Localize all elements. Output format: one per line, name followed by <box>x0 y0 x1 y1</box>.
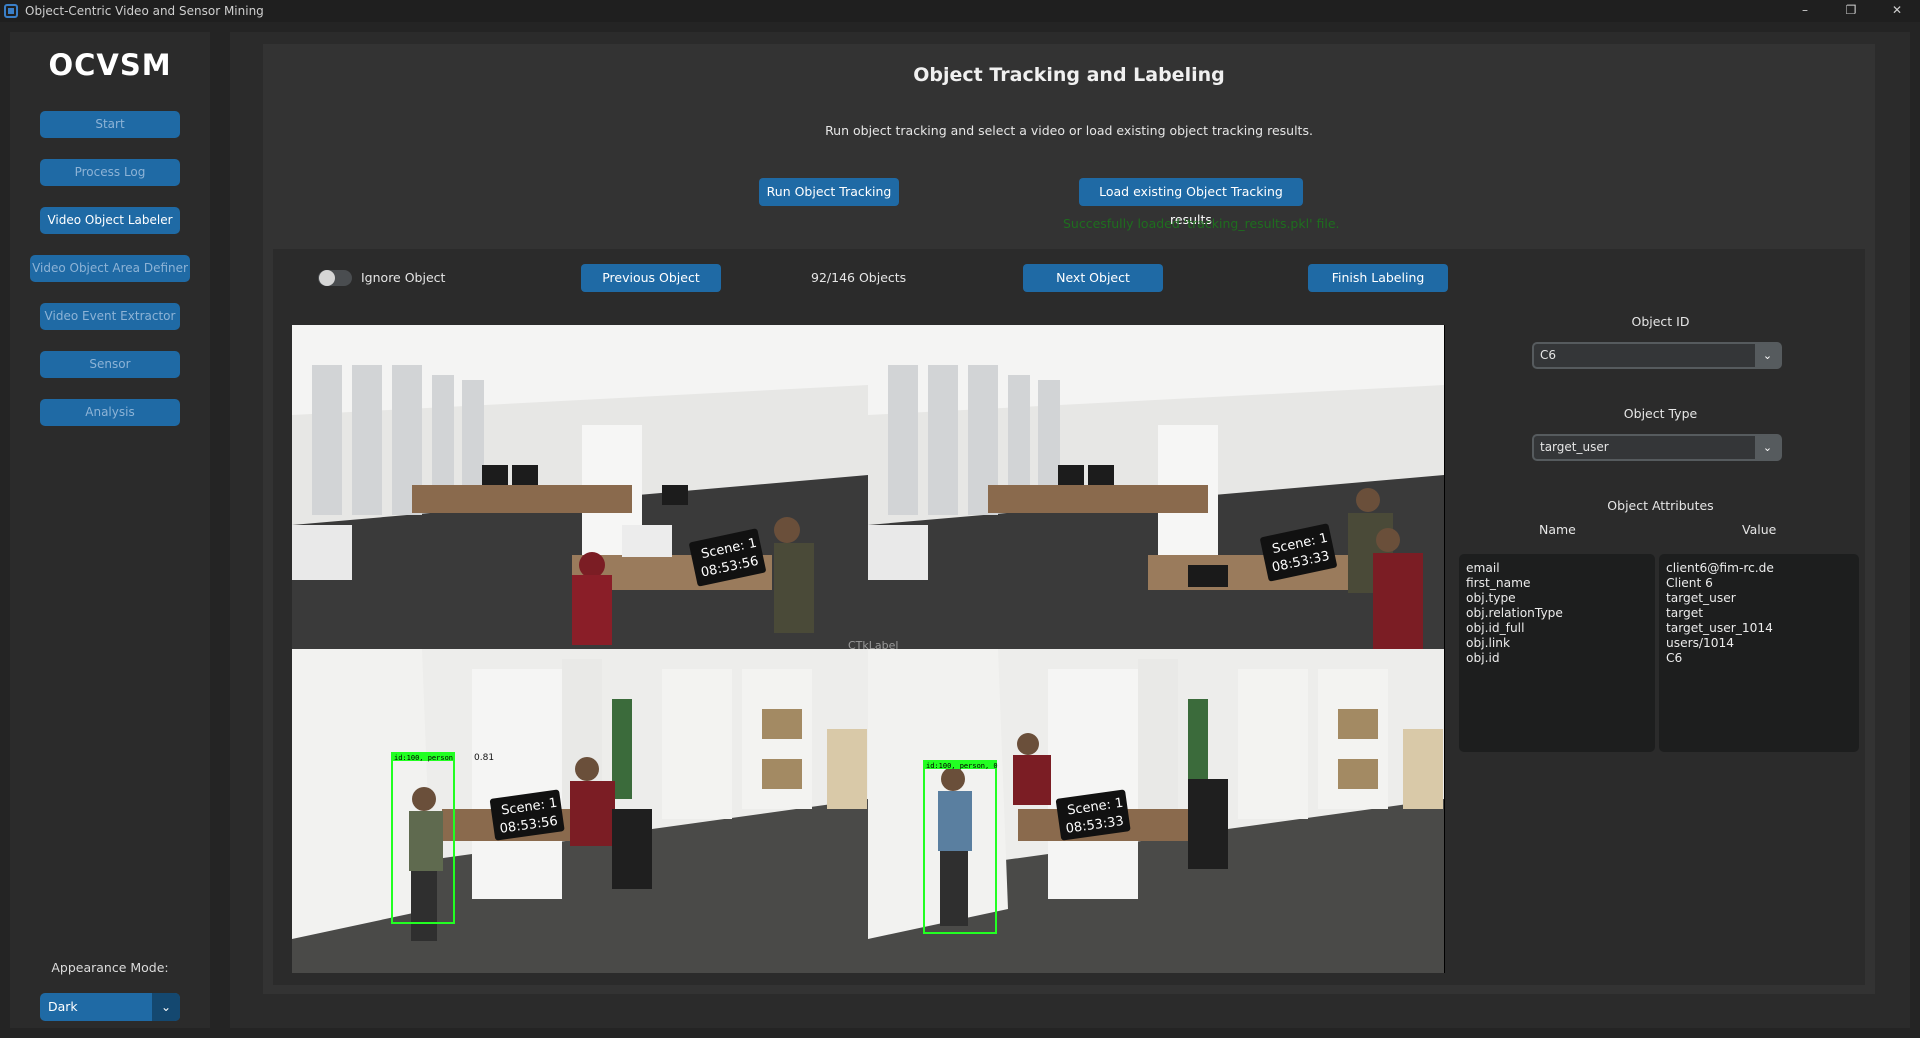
object-type-select[interactable]: target_user ⌄ <box>1532 434 1782 461</box>
sidebar-item-process-log[interactable]: Process Log <box>40 159 180 186</box>
sidebar-item-sensor[interactable]: Sensor <box>40 351 180 378</box>
attr-value: target_user <box>1666 591 1736 605</box>
chevron-down-icon[interactable]: ⌄ <box>152 993 180 1021</box>
labeler-panel: Ignore Object Previous Object 92/146 Obj… <box>273 249 1865 985</box>
main-area: Object Tracking and Labeling Run object … <box>230 32 1910 1028</box>
object-type-label: Object Type <box>1623 406 1698 421</box>
object-id-select[interactable]: C6 ⌄ <box>1532 342 1782 369</box>
ignore-object-label: Ignore Object <box>361 270 446 285</box>
attr-name: obj.id <box>1466 651 1500 665</box>
object-type-value: target_user <box>1540 440 1609 454</box>
finish-labeling-button[interactable]: Finish Labeling <box>1308 264 1448 292</box>
attr-value-header: Value <box>1742 522 1777 537</box>
attr-value: Client 6 <box>1666 576 1713 590</box>
video-frames: Scene: 1 08:53:56 Scene: 1 08:53:33 id:1… <box>292 325 1445 973</box>
app-icon <box>4 4 18 18</box>
attr-values-list[interactable]: client6@fim-rc.de Client 6 target_user t… <box>1659 554 1859 752</box>
status-message: Succesfully loaded 'tracking_results.pkl… <box>1063 216 1340 231</box>
appearance-mode-select[interactable]: Dark ⌄ <box>40 993 180 1021</box>
appearance-mode-label: Appearance Mode: <box>51 960 169 975</box>
sidebar-item-video-object-area-definer[interactable]: Video Object Area Definer <box>30 255 190 282</box>
object-counter: 92/146 Objects <box>811 270 907 285</box>
chevron-down-icon[interactable]: ⌄ <box>1755 344 1780 367</box>
video-frame-3: id:100, person 0.81 Scene: 1 08:53:56 <box>292 649 868 973</box>
object-details-panel: Object ID C6 ⌄ Object Type target_user ⌄… <box>1456 249 1865 985</box>
run-object-tracking-button[interactable]: Run Object Tracking <box>759 178 899 206</box>
attr-value: target_user_1014 <box>1666 621 1773 635</box>
object-id-value: C6 <box>1540 348 1557 362</box>
attr-name: email <box>1466 561 1500 575</box>
window-title: Object-Centric Video and Sensor Mining <box>25 4 264 18</box>
video-frame-1: Scene: 1 08:53:56 <box>292 325 868 649</box>
video-frame-4: id:100, person, 0 Scene: 1 08:53:33 <box>868 649 1444 973</box>
attr-name: obj.id_full <box>1466 621 1525 635</box>
sidebar-item-video-event-extractor[interactable]: Video Event Extractor <box>40 303 180 330</box>
sidebar-item-start[interactable]: Start <box>40 111 180 138</box>
restore-icon[interactable]: ❐ <box>1828 0 1874 22</box>
page-subtitle: Run object tracking and select a video o… <box>825 123 1313 138</box>
sidebar-item-analysis[interactable]: Analysis <box>40 399 180 426</box>
content-panel: Object Tracking and Labeling Run object … <box>263 44 1875 994</box>
attr-name-header: Name <box>1539 522 1576 537</box>
app-logo: OCVSM <box>48 48 172 82</box>
attr-value: users/1014 <box>1666 636 1735 650</box>
attr-name: obj.link <box>1466 636 1511 650</box>
detection-label: id:100, person, 0 <box>926 762 998 770</box>
ctk-label: CTkLabel <box>848 639 899 652</box>
video-frame-2: Scene: 1 08:53:33 <box>868 325 1444 649</box>
attr-value: C6 <box>1666 651 1683 665</box>
sidebar-item-video-object-labeler[interactable]: Video Object Labeler <box>40 207 180 234</box>
title-bar: Object-Centric Video and Sensor Mining –… <box>0 0 1920 22</box>
previous-object-button[interactable]: Previous Object <box>581 264 721 292</box>
appearance-mode-value: Dark <box>48 999 78 1014</box>
next-object-button[interactable]: Next Object <box>1023 264 1163 292</box>
load-tracking-results-button[interactable]: Load existing Object Tracking results <box>1079 178 1303 227</box>
attr-names-list[interactable]: email first_name obj.type obj.relationTy… <box>1459 554 1655 752</box>
attr-name: first_name <box>1466 576 1531 590</box>
window-controls: – ❐ ✕ <box>1782 0 1920 22</box>
close-icon[interactable]: ✕ <box>1874 0 1920 22</box>
detection-confidence: 0.81 <box>474 753 494 763</box>
attr-name: obj.relationType <box>1466 606 1563 620</box>
attr-value: client6@fim-rc.de <box>1666 561 1774 575</box>
chevron-down-icon[interactable]: ⌄ <box>1755 436 1780 459</box>
minimize-icon[interactable]: – <box>1782 0 1828 22</box>
sidebar: OCVSM Start Process Log Video Object Lab… <box>10 32 210 1028</box>
switch-knob <box>319 270 335 286</box>
object-id-label: Object ID <box>1631 314 1690 329</box>
attr-value: target <box>1666 606 1704 620</box>
attr-name: obj.type <box>1466 591 1516 605</box>
page-title: Object Tracking and Labeling <box>913 64 1225 86</box>
object-attributes-label: Object Attributes <box>1607 498 1714 513</box>
ignore-object-switch[interactable] <box>318 270 352 286</box>
detection-label: id:100, person <box>394 754 453 762</box>
